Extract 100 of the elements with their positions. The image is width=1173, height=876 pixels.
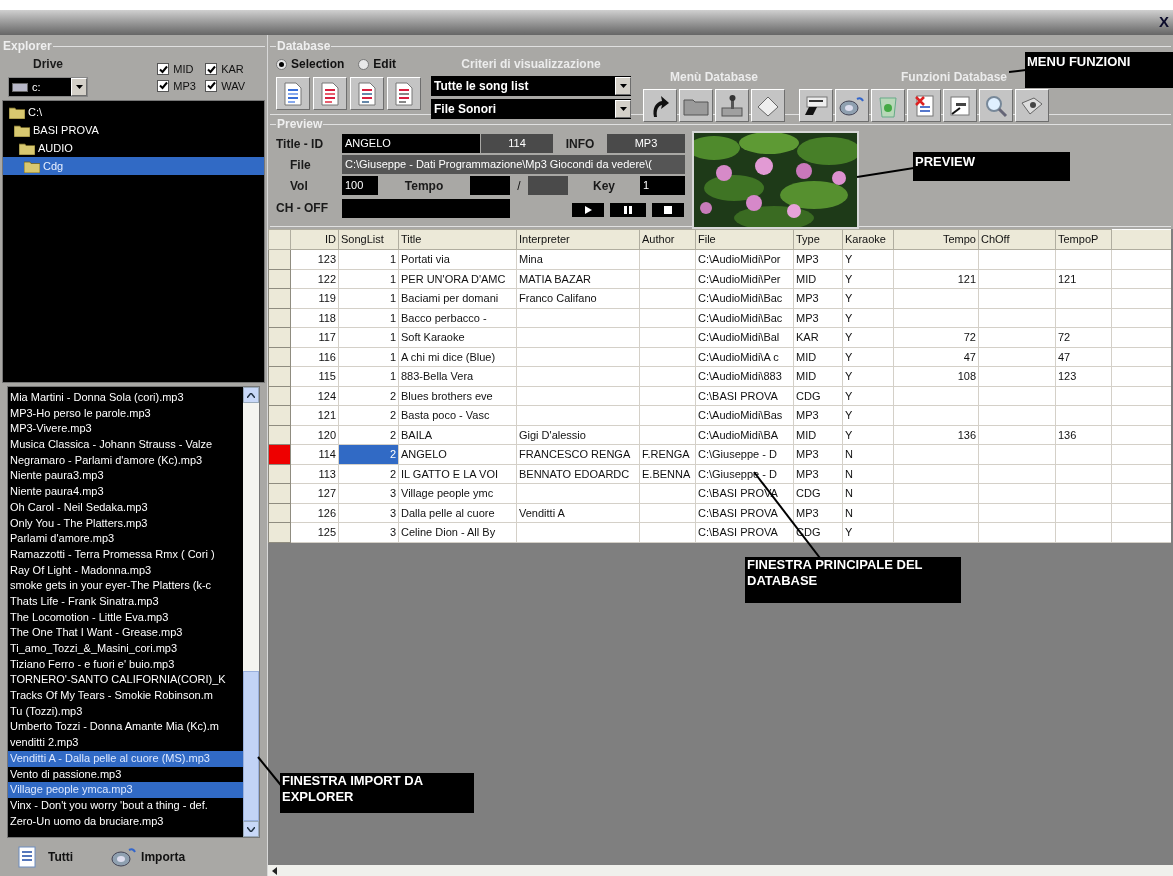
column-header[interactable]: Interpreter [516, 229, 640, 250]
toolbar-button[interactable] [715, 89, 749, 122]
folder-item[interactable]: C:\ [3, 103, 264, 121]
pause-button[interactable] [610, 203, 646, 217]
row-marker[interactable] [268, 405, 291, 425]
file-item[interactable]: Vinx - Don't you worry 'bout a thing - def. [8, 797, 243, 814]
folder-item[interactable]: BASI PROVA [3, 121, 264, 139]
column-header[interactable]: ChOff [978, 229, 1056, 250]
scroll-up-icon[interactable] [243, 387, 259, 403]
file-item[interactable]: Tracks Of My Tears - Smokie Robinson.m [8, 688, 243, 704]
file-item[interactable]: Mia Martini - Donna Sola (cori).mp3 [8, 390, 243, 406]
file-item[interactable]: Ramazzotti - Terra Promessa Rmx ( Cori ) [8, 546, 243, 563]
file-path-field[interactable]: C:\Giuseppe - Dati Programmazione\Mp3 Giocondi da vedere\( [342, 155, 685, 174]
file-item[interactable]: Ti_amo_Tozzi_&_Masini_cori.mp3 [8, 641, 243, 657]
row-marker[interactable] [268, 464, 291, 484]
column-header[interactable]: TempoP [1055, 229, 1112, 250]
file-item[interactable]: smoke gets in your eyer-The Platters (k-c [8, 578, 243, 594]
column-header[interactable]: Type [793, 229, 843, 250]
row-marker[interactable] [268, 288, 291, 308]
file-item[interactable]: Ray Of Light - Madonna.mp3 [8, 562, 243, 579]
file-item[interactable]: Thats Life - Frank Sinatra.mp3 [8, 593, 243, 610]
row-marker[interactable] [268, 366, 291, 386]
criteria-dropdown[interactable]: File Sonori [431, 99, 631, 119]
column-header[interactable]: Author [639, 229, 696, 250]
file-item[interactable]: Musica Classica - Johann Strauss - Valze [8, 437, 243, 453]
title-field[interactable]: ANGELO [342, 134, 480, 153]
play-button[interactable] [572, 203, 604, 217]
toolbar-button[interactable] [799, 89, 833, 122]
key-field[interactable]: 1 [640, 176, 685, 195]
column-header[interactable]: Karaoke [842, 229, 894, 250]
scroll-left-icon[interactable] [271, 866, 279, 875]
checkbox[interactable] [205, 79, 218, 92]
checkbox[interactable] [157, 63, 170, 76]
file-item[interactable]: Tu (Tozzi).mp3 [8, 703, 243, 720]
tempo-field[interactable] [528, 176, 568, 195]
all-button[interactable]: Tutti [18, 846, 74, 868]
row-marker[interactable] [268, 522, 291, 542]
toolbar-button[interactable] [943, 89, 977, 122]
file-item[interactable]: Only You - The Platters.mp3 [8, 515, 243, 532]
criteria-dropdown[interactable]: Tutte le song list [431, 76, 631, 96]
scrollbar[interactable] [243, 387, 259, 837]
toolbar-button[interactable] [643, 89, 677, 122]
file-item[interactable]: Vento di passione.mp3 [8, 766, 243, 783]
drive-dropdown[interactable]: c: [8, 77, 88, 97]
annotation-label: MENU FUNZIONI [1025, 52, 1173, 88]
scroll-thumb[interactable] [243, 671, 259, 821]
row-marker[interactable] [268, 483, 291, 503]
annotation-label: PREVIEW [913, 152, 1070, 181]
vol-field[interactable]: 100 [342, 176, 378, 195]
tempo-field[interactable] [470, 176, 510, 195]
file-item[interactable]: Niente paura3.mp3 [8, 468, 243, 485]
column-header[interactable]: Tempo [893, 229, 979, 250]
scroll-down-icon[interactable] [243, 821, 259, 837]
file-item[interactable]: Village people ymca.mp3 [8, 782, 243, 798]
table-cell: MATIA BAZAR [516, 269, 640, 289]
table-cell: 136 [893, 425, 979, 445]
folder-label: C:\ [28, 104, 43, 120]
radio-button[interactable] [276, 58, 287, 70]
row-marker[interactable] [268, 386, 291, 406]
file-item[interactable]: Oh Carol - Neil Sedaka.mp3 [8, 499, 243, 516]
row-marker[interactable] [268, 249, 291, 269]
column-header[interactable]: Title [398, 229, 517, 250]
column-header[interactable]: ID [290, 229, 339, 250]
file-item[interactable]: Negramaro - Parlami d'amore (Kc).mp3 [8, 452, 243, 469]
column-header[interactable]: File [695, 229, 794, 250]
toolbar-button[interactable] [835, 89, 869, 122]
row-marker[interactable] [268, 444, 291, 464]
file-item[interactable]: TORNERO'-SANTO CALIFORNIA(CORI)_K [8, 672, 243, 689]
column-header[interactable]: SongList [338, 229, 399, 250]
file-item[interactable]: The Locomotion - Little Eva.mp3 [8, 609, 243, 626]
info-field[interactable]: MP3 [607, 134, 685, 153]
file-item[interactable]: Zero-Un uomo da bruciare.mp3 [8, 813, 243, 830]
row-marker[interactable] [268, 327, 291, 347]
file-item[interactable]: Niente paura4.mp3 [8, 484, 243, 500]
checkbox[interactable] [157, 79, 170, 92]
row-marker[interactable] [268, 503, 291, 523]
annotation-label: FINESTRA IMPORT DA EXPLORER [280, 773, 474, 813]
horizontal-scrollbar[interactable] [268, 865, 1173, 876]
checkbox[interactable] [205, 63, 218, 76]
file-item[interactable]: Tiziano Ferro - e fuori e' buio.mp3 [8, 656, 243, 673]
toolbar-button[interactable] [1015, 89, 1049, 122]
file-item[interactable]: MP3-Ho perso le parole.mp3 [8, 405, 243, 422]
file-item[interactable]: MP3-Vivere.mp3 [8, 421, 243, 438]
stop-button[interactable] [652, 203, 684, 217]
close-button[interactable]: X [1157, 11, 1171, 34]
row-marker[interactable] [268, 308, 291, 328]
file-item[interactable]: venditti 2.mp3 [8, 735, 243, 751]
import-button[interactable]: Importa [111, 846, 186, 868]
id-field[interactable]: 114 [481, 134, 553, 153]
file-item[interactable]: Umberto Tozzi - Donna Amante Mia (Kc).m [8, 719, 243, 736]
file-item[interactable]: The One That I Want - Grease.mp3 [8, 625, 243, 641]
radio-button[interactable] [358, 58, 370, 70]
row-marker[interactable] [268, 425, 291, 445]
file-item[interactable]: Parlami d'amore.mp3 [8, 531, 243, 547]
folder-item[interactable]: Cdg [3, 157, 264, 175]
channel-off-field[interactable] [342, 198, 510, 218]
row-marker[interactable] [268, 347, 291, 367]
row-marker[interactable] [268, 269, 291, 289]
folder-item[interactable]: AUDIO [3, 139, 264, 157]
file-item[interactable]: Venditti A - Dalla pelle al cuore (MS).mp3 [8, 750, 243, 767]
